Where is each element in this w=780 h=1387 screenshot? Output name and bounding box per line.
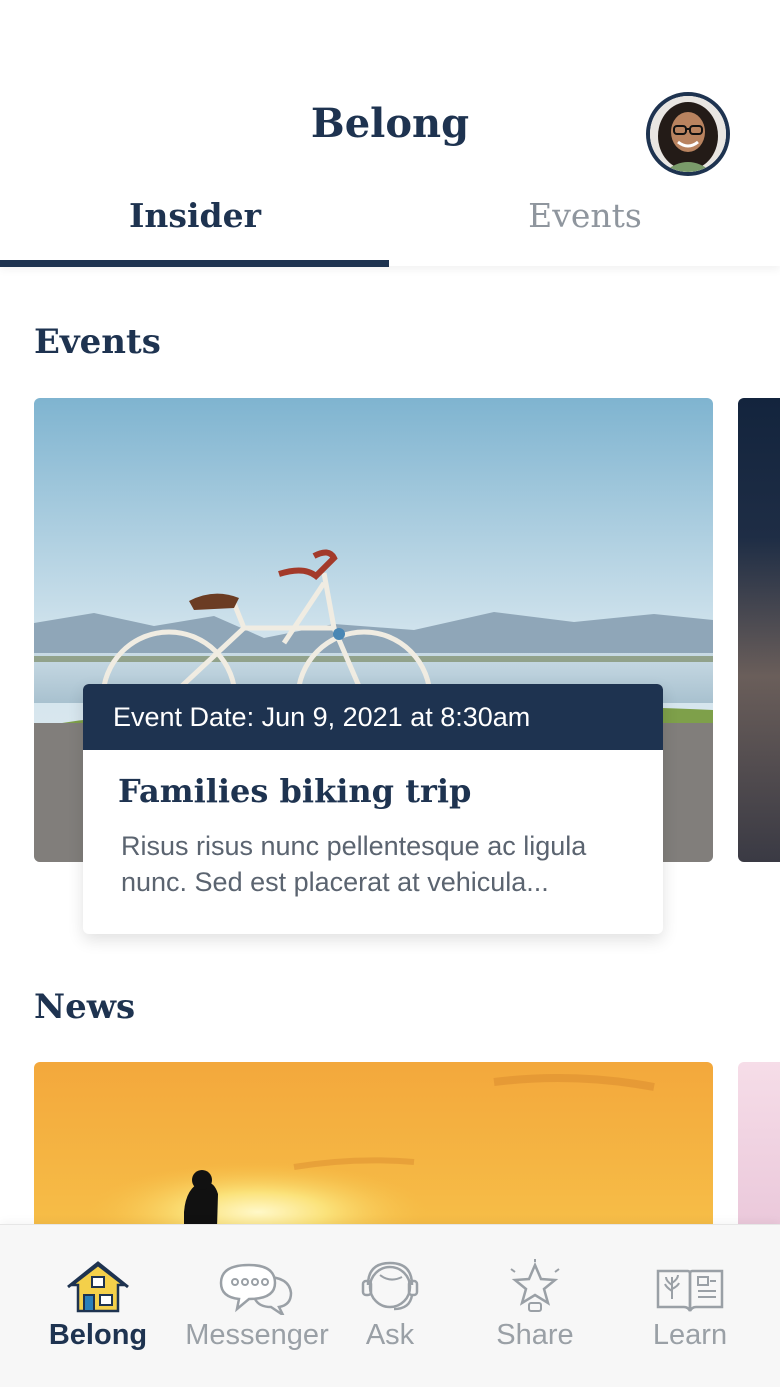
bottom-navigation: Belong Messenger Ask Share Learn (0, 1224, 780, 1387)
event-title: Families biking trip (118, 772, 472, 810)
book-icon (656, 1269, 724, 1312)
news-section-title: News (34, 987, 136, 1027)
app-header: Belong Insider Events (0, 0, 780, 266)
next-event-card-preview[interactable] (738, 398, 780, 862)
nav-label-learn: Learn (652, 1319, 728, 1351)
event-description: Risus risus nunc pellentesque ac ligula … (121, 831, 587, 897)
home-icon (67, 1261, 129, 1313)
tab-insider[interactable]: Insider (0, 190, 390, 266)
tab-bar: Insider Events (0, 190, 780, 266)
tab-events[interactable]: Events (390, 190, 780, 266)
chat-bubbles-icon (219, 1263, 293, 1315)
event-date-label: Event Date: Jun 9, 2021 at 8:30am (83, 684, 663, 750)
events-section-title: Events (34, 322, 161, 362)
event-info-card[interactable]: Event Date: Jun 9, 2021 at 8:30am Famili… (83, 684, 663, 934)
headset-icon (361, 1261, 419, 1311)
avatar[interactable] (646, 92, 730, 176)
nav-learn[interactable]: Learn (590, 1225, 780, 1387)
active-tab-indicator (0, 260, 389, 267)
star-lightbulb-icon (510, 1259, 560, 1312)
